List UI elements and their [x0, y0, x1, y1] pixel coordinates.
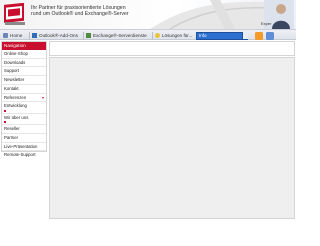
sidebar-item-label: Wir über uns — [4, 114, 29, 120]
outlook-addon-icon — [32, 33, 37, 38]
header-decoration — [150, 0, 270, 29]
sidebar-item-label: Live-Präsentation — [4, 143, 38, 149]
sidebar-item-online-shop[interactable]: Online-Shop — [2, 50, 46, 59]
sidebar-item-label: Newsletter — [4, 77, 25, 83]
rss-icon[interactable] — [255, 31, 263, 40]
search-input[interactable]: Info — [196, 31, 248, 40]
sidebar-item-kontakt[interactable]: Kontakt — [2, 85, 46, 94]
toolbar-home-label: Home — [10, 33, 23, 38]
sidebar-item-label: Kontakt — [4, 85, 19, 91]
sidebar-item-label: Downloads — [4, 59, 26, 65]
sidebar-item-partner[interactable]: Partner — [2, 134, 46, 143]
sidebar-item-support[interactable]: Support — [2, 67, 46, 77]
link-icon[interactable] — [266, 31, 274, 40]
exchange-icon — [86, 33, 91, 38]
sidebar-item-remote-support[interactable]: Remote-Support — [2, 151, 46, 159]
sidebar-item-label: Remote-Support — [4, 152, 36, 158]
tagline: Ihr Partner für praxisorientierte Lösung… — [31, 5, 129, 17]
content-header-panel — [49, 41, 295, 56]
home-icon — [3, 33, 8, 38]
sidebar-item-live-praesentation[interactable]: Live-Präsentation — [2, 143, 46, 152]
sidebar-item-referenzen[interactable]: Referenzen — [2, 94, 46, 103]
toolbar-divider — [152, 32, 153, 39]
submenu-indicator-icon — [4, 109, 6, 112]
sidebar-item-label: Reseller — [4, 126, 20, 132]
sidebar-item-downloads[interactable]: Downloads — [2, 59, 46, 68]
search-button[interactable] — [242, 32, 248, 39]
main-content-panel — [49, 57, 295, 219]
sidebar-item-label: Referenzen — [4, 94, 27, 100]
top-toolbar: Home Outlook®-Add-Ons Exchange®-Serverdi… — [0, 29, 296, 40]
expert-label: Exper — [261, 21, 272, 26]
sidebar-item-label: Support — [4, 68, 20, 74]
sidebar-item-label: Online-Shop — [4, 51, 28, 56]
page-header: Ihr Partner für praxisorientierte Lösung… — [0, 0, 296, 29]
toolbar-outlook-addons-label: Outlook®-Add-Ons — [39, 33, 78, 38]
toolbar-exchange-label: Exchange®-Serverdienste — [93, 33, 147, 38]
submenu-indicator-icon — [4, 121, 6, 124]
sidebar-item-label: Entwicklung — [4, 103, 27, 109]
sidebar-navigation: Navigation Online-Shop Downloads Support… — [1, 41, 47, 157]
toolbar-divider — [29, 32, 30, 39]
lightbulb-icon — [155, 33, 160, 38]
sidebar-item-entwicklung[interactable]: Entwicklung — [2, 102, 46, 114]
company-logo[interactable] — [3, 3, 27, 27]
chevron-down-icon — [42, 96, 44, 99]
toolbar-exchange[interactable]: Exchange®-Serverdienste — [86, 32, 147, 39]
sidebar-item-label: Partner — [4, 134, 19, 140]
sidebar-item-wir-ueber-uns[interactable]: Wir über uns — [2, 114, 46, 126]
toolbar-solutions-label: Lösungen für... — [162, 33, 193, 38]
sidebar-item-newsletter[interactable]: Newsletter — [2, 76, 46, 85]
toolbar-outlook-addons[interactable]: Outlook®-Add-Ons — [32, 32, 78, 39]
sidebar-item-reseller[interactable]: Reseller — [2, 125, 46, 134]
toolbar-home[interactable]: Home — [3, 32, 22, 39]
nav-heading: Navigation — [2, 42, 46, 50]
toolbar-divider — [83, 32, 84, 39]
tagline-line-2: rund um Outlook® und Exchange®-Server — [31, 11, 129, 17]
toolbar-solutions[interactable]: Lösungen für... — [155, 32, 192, 39]
